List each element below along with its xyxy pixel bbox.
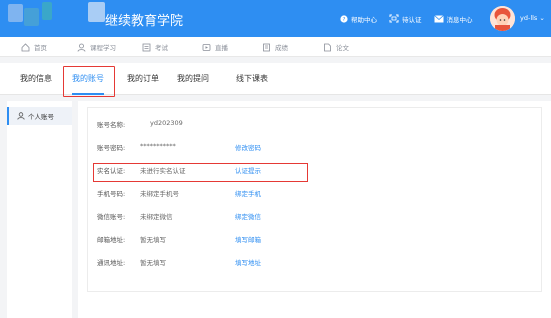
tab-my-info[interactable]: 我的信息 [20,63,52,95]
nav-exam-label: 考试 [155,44,168,52]
bind-phone-link[interactable]: 绑定手机 [235,188,261,198]
sidebar: 个人账号 [7,101,72,318]
avatar-icon [490,6,515,31]
wechat-value: 未绑定微信 [140,213,173,221]
field-label: 账号密码: [97,144,126,152]
svg-text:?: ? [343,17,346,23]
tab-offline-schedule[interactable]: 线下课表 [236,63,268,95]
nav-study[interactable]: 课程学习 [77,37,116,57]
grades-icon [263,43,270,51]
phone-value: 未绑定手机号 [140,190,179,198]
message-center-link[interactable]: 消息中心 [433,14,473,24]
sidebar-item-label: 个人账号 [28,113,54,121]
nav-live-label: 直播 [215,44,228,52]
email-value: 暂无填写 [140,236,166,244]
id-card-icon [389,14,399,23]
top-nav: ? 帮助中心 待认证 消息中心 [340,0,485,37]
help-center-link[interactable]: ? 帮助中心 [340,14,377,24]
sidebar-item-personal-account[interactable]: 个人账号 [7,107,72,125]
user-icon [17,112,25,120]
logo-icon [8,4,23,22]
account-row-phone: 手机号码: 未绑定手机号 绑定手机 [88,188,543,202]
chevron-down-icon: ⌄ [539,14,545,22]
verification-label: 待认证 [402,15,422,24]
fill-email-link[interactable]: 填写邮箱 [235,234,261,244]
logo-icon [42,2,52,20]
main-nav: 首页 课程学习 考试 直播 成绩 论文 [0,37,551,57]
tab-my-questions[interactable]: 我的提问 [177,63,209,95]
account-row-name: 账号名称: yd202309 [88,119,543,133]
account-card: 账号名称: yd202309 账号密码: *********** 修改密码 实名… [87,107,542,292]
logo-icon [88,2,105,22]
app-title: 继续教育学院 [105,14,184,29]
highlight-box-tab [63,66,115,97]
field-label: 微信账号: [97,213,126,221]
field-label: 通讯地址: [97,259,126,267]
address-value: 暂无填写 [140,259,166,267]
field-label: 账号名称: [97,121,126,129]
bind-wechat-link[interactable]: 绑定微信 [235,211,261,221]
paper-icon [324,43,331,51]
nav-exam[interactable]: 考试 [142,37,168,57]
help-icon: ? [340,14,348,23]
account-row-wechat: 微信账号: 未绑定微信 绑定微信 [88,211,543,225]
logo-icon [24,8,39,26]
highlight-box-realname [93,163,308,182]
nav-study-label: 课程学习 [90,44,116,52]
message-center-label: 消息中心 [446,15,473,24]
nav-grades-label: 成绩 [275,44,288,52]
account-row-email: 邮箱地址: 暂无填写 填写邮箱 [88,234,543,248]
account-row-password: 账号密码: *********** 修改密码 [88,142,543,156]
exam-icon [142,43,151,51]
user-menu[interactable]: yd-lls ⌄ [520,14,545,22]
mail-icon [433,14,444,22]
study-icon [77,43,86,52]
avatar[interactable] [490,6,515,31]
nav-grades[interactable]: 成绩 [262,37,288,57]
home-icon [21,42,30,51]
account-row-address: 通讯地址: 暂无填写 填写地址 [88,257,543,271]
live-icon [202,43,211,51]
fill-address-link[interactable]: 填写地址 [235,257,261,267]
account-name-value: yd202309 [150,119,183,127]
nav-home[interactable]: 首页 [21,37,47,57]
verification-link[interactable]: 待认证 [389,14,422,24]
nav-paper[interactable]: 论文 [323,37,349,57]
field-label: 邮箱地址: [97,236,126,244]
nav-live[interactable]: 直播 [202,37,228,57]
nav-paper-label: 论文 [336,44,349,52]
user-name: yd-lls [520,14,538,22]
top-bar: 继续教育学院 ? 帮助中心 待认证 消息中心 yd-lls ⌄ [0,0,551,37]
nav-home-label: 首页 [34,44,47,52]
field-label: 手机号码: [97,190,126,198]
password-value: *********** [140,142,176,150]
help-center-label: 帮助中心 [351,15,377,24]
tab-my-orders[interactable]: 我的订单 [127,63,159,95]
change-password-link[interactable]: 修改密码 [235,142,261,152]
main-panel: 账号名称: yd202309 账号密码: *********** 修改密码 实名… [78,101,551,318]
